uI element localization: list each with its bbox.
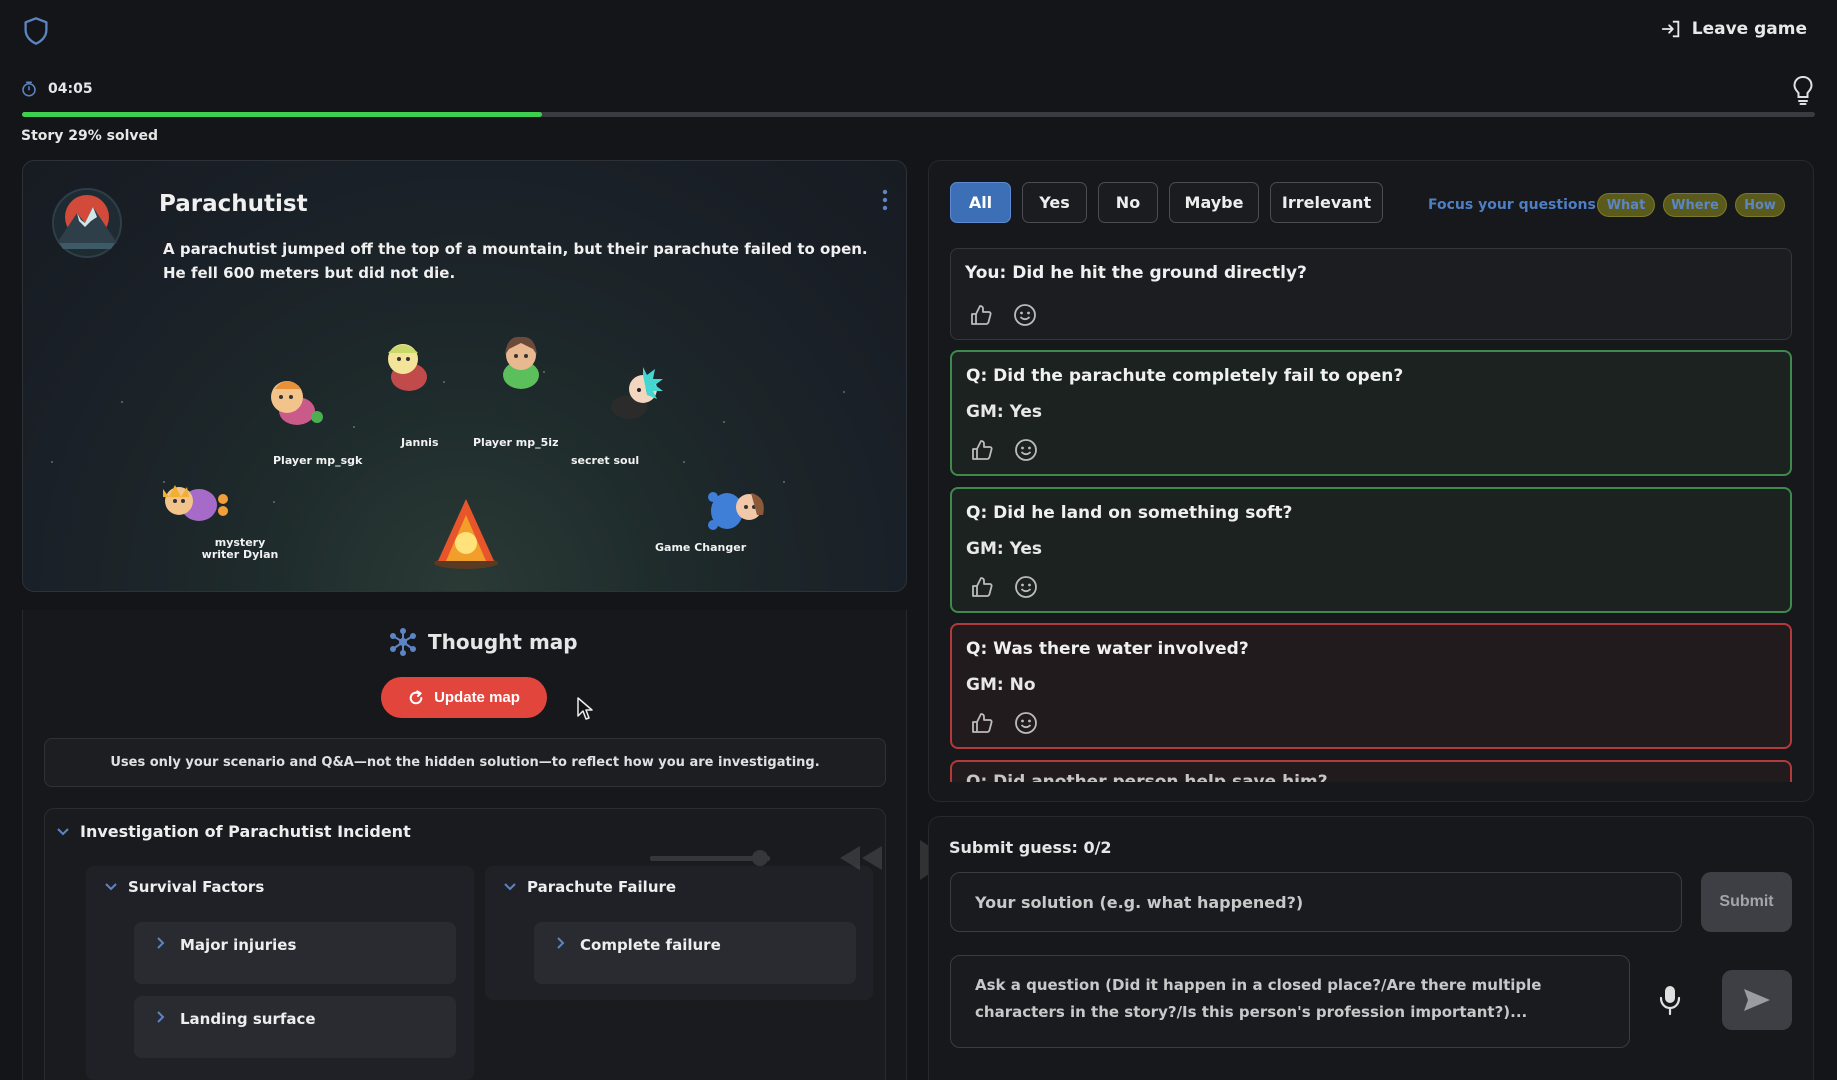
network-icon: [390, 628, 416, 656]
tree-branch-header[interactable]: Survival Factors: [104, 878, 264, 896]
refresh-icon: [409, 689, 423, 704]
qa-answer: GM: No: [966, 675, 1036, 695]
chevron-right-icon: [157, 1011, 165, 1023]
tree-leaf[interactable]: Landing surface: [134, 996, 456, 1058]
player-name: Jannis: [401, 436, 439, 449]
filter-yes[interactable]: Yes: [1022, 182, 1087, 223]
player-avatar-icon[interactable]: [691, 475, 775, 545]
chevron-down-icon: [105, 883, 117, 891]
more-options-icon[interactable]: [882, 189, 888, 211]
stopwatch-icon: [22, 81, 36, 97]
send-question-button[interactable]: [1722, 970, 1792, 1030]
qa-answer: GM: Yes: [966, 402, 1042, 422]
player-name: secret soul: [571, 454, 640, 467]
thumbs-up-icon[interactable]: [970, 438, 994, 462]
tree-leaf[interactable]: Complete failure: [534, 922, 856, 984]
hint-bulb-icon[interactable]: [1791, 74, 1815, 106]
filter-irrelevant[interactable]: Irrelevant: [1270, 182, 1383, 223]
leave-game-button[interactable]: Leave game: [1660, 18, 1807, 40]
thought-map-label: Thought map: [428, 630, 578, 654]
qa-item: You: Did he hit the ground directly?: [950, 248, 1792, 340]
player-name: mystery writer Dylan: [201, 536, 279, 561]
qa-item: Q: Did the parachute completely fail to …: [950, 350, 1792, 476]
solution-input[interactable]: [950, 872, 1682, 932]
qa-question: You: Did he hit the ground directly?: [965, 263, 1307, 283]
filter-all[interactable]: All: [950, 182, 1011, 223]
smiley-icon[interactable]: [1013, 303, 1037, 327]
thumbs-up-icon[interactable]: [970, 575, 994, 599]
update-map-label: Update map: [434, 689, 520, 706]
player-avatar-icon[interactable]: [157, 469, 241, 539]
story-progress-text: Story 29% solved: [21, 128, 159, 144]
tree-leaf-label: Major injuries: [180, 936, 297, 954]
story-progress-bar: [22, 112, 1815, 117]
focus-chip-how[interactable]: How: [1735, 193, 1785, 217]
smiley-icon[interactable]: [1014, 575, 1038, 599]
thumbs-up-icon[interactable]: [970, 711, 994, 735]
story-text: A parachutist jumped off the top of a mo…: [163, 240, 868, 282]
player-name: Game Changer: [655, 541, 747, 554]
timer-value: 04:05: [48, 81, 93, 97]
mountain-avatar-icon: [52, 188, 122, 258]
microphone-icon[interactable]: [1658, 984, 1682, 1016]
thought-map-note: Uses only your scenario and Q&A—not the …: [44, 738, 886, 787]
qa-question: Q: Was there water involved?: [966, 639, 1249, 659]
story-title: Parachutist: [159, 191, 308, 217]
player-name: Player mp_5iz: [473, 436, 559, 449]
player-avatar-icon[interactable]: [485, 329, 557, 401]
leave-game-label: Leave game: [1691, 19, 1807, 39]
update-map-button[interactable]: Update map: [381, 677, 547, 718]
qa-question: Q: Did another person help save him?: [966, 772, 1328, 782]
chevron-right-icon: [157, 937, 165, 949]
send-icon: [1744, 989, 1770, 1011]
thumbs-up-icon[interactable]: [969, 303, 993, 327]
tree-leaf-label: Complete failure: [580, 936, 721, 954]
story-card: Parachutist A parachutist jumped off the…: [22, 160, 907, 592]
filter-maybe[interactable]: Maybe: [1169, 182, 1259, 223]
filter-no[interactable]: No: [1098, 182, 1158, 223]
tree-branch-label: Survival Factors: [128, 878, 265, 896]
tree-leaf-label: Landing surface: [180, 1010, 316, 1028]
thought-map-title: Thought map: [388, 627, 578, 657]
tree-leaf[interactable]: Major injuries: [134, 922, 456, 984]
mouse-cursor-icon: [577, 697, 593, 720]
qa-item: Q: Did he land on something soft? GM: Ye…: [950, 487, 1792, 613]
focus-chip-where[interactable]: Where: [1663, 193, 1727, 217]
question-input[interactable]: [950, 955, 1630, 1048]
smiley-icon[interactable]: [1014, 711, 1038, 735]
focus-chip-what[interactable]: What: [1597, 193, 1655, 217]
chevron-down-icon: [57, 827, 69, 835]
chevron-down-icon: [504, 883, 516, 891]
qa-item-partial: Q: Did another person help save him?: [950, 760, 1792, 782]
tree-root-node[interactable]: Investigation of Parachutist Incident: [56, 822, 411, 841]
qa-question: Q: Did the parachute completely fail to …: [966, 366, 1404, 386]
qa-question: Q: Did he land on something soft?: [966, 503, 1293, 523]
player-avatar-icon[interactable]: [599, 357, 675, 433]
submit-button[interactable]: Submit: [1701, 872, 1792, 932]
smiley-icon[interactable]: [1014, 438, 1038, 462]
player-avatar-icon[interactable]: [373, 331, 445, 403]
qa-answer: GM: Yes: [966, 539, 1042, 559]
shield-icon: [24, 17, 48, 45]
game-timer: 04:05: [20, 80, 93, 98]
submit-guess-label: Submit guess: 0/2: [949, 838, 1112, 857]
qa-item: Q: Was there water involved? GM: No: [950, 623, 1792, 749]
story-progress-fill: [22, 112, 542, 117]
player-name: Player mp_sgk: [273, 454, 363, 467]
tree-root-label: Investigation of Parachutist Incident: [80, 822, 411, 841]
player-avatar-icon[interactable]: [257, 367, 329, 439]
exit-icon: [1661, 20, 1679, 38]
chevron-right-icon: [557, 937, 565, 949]
campfire-icon: [434, 499, 498, 569]
